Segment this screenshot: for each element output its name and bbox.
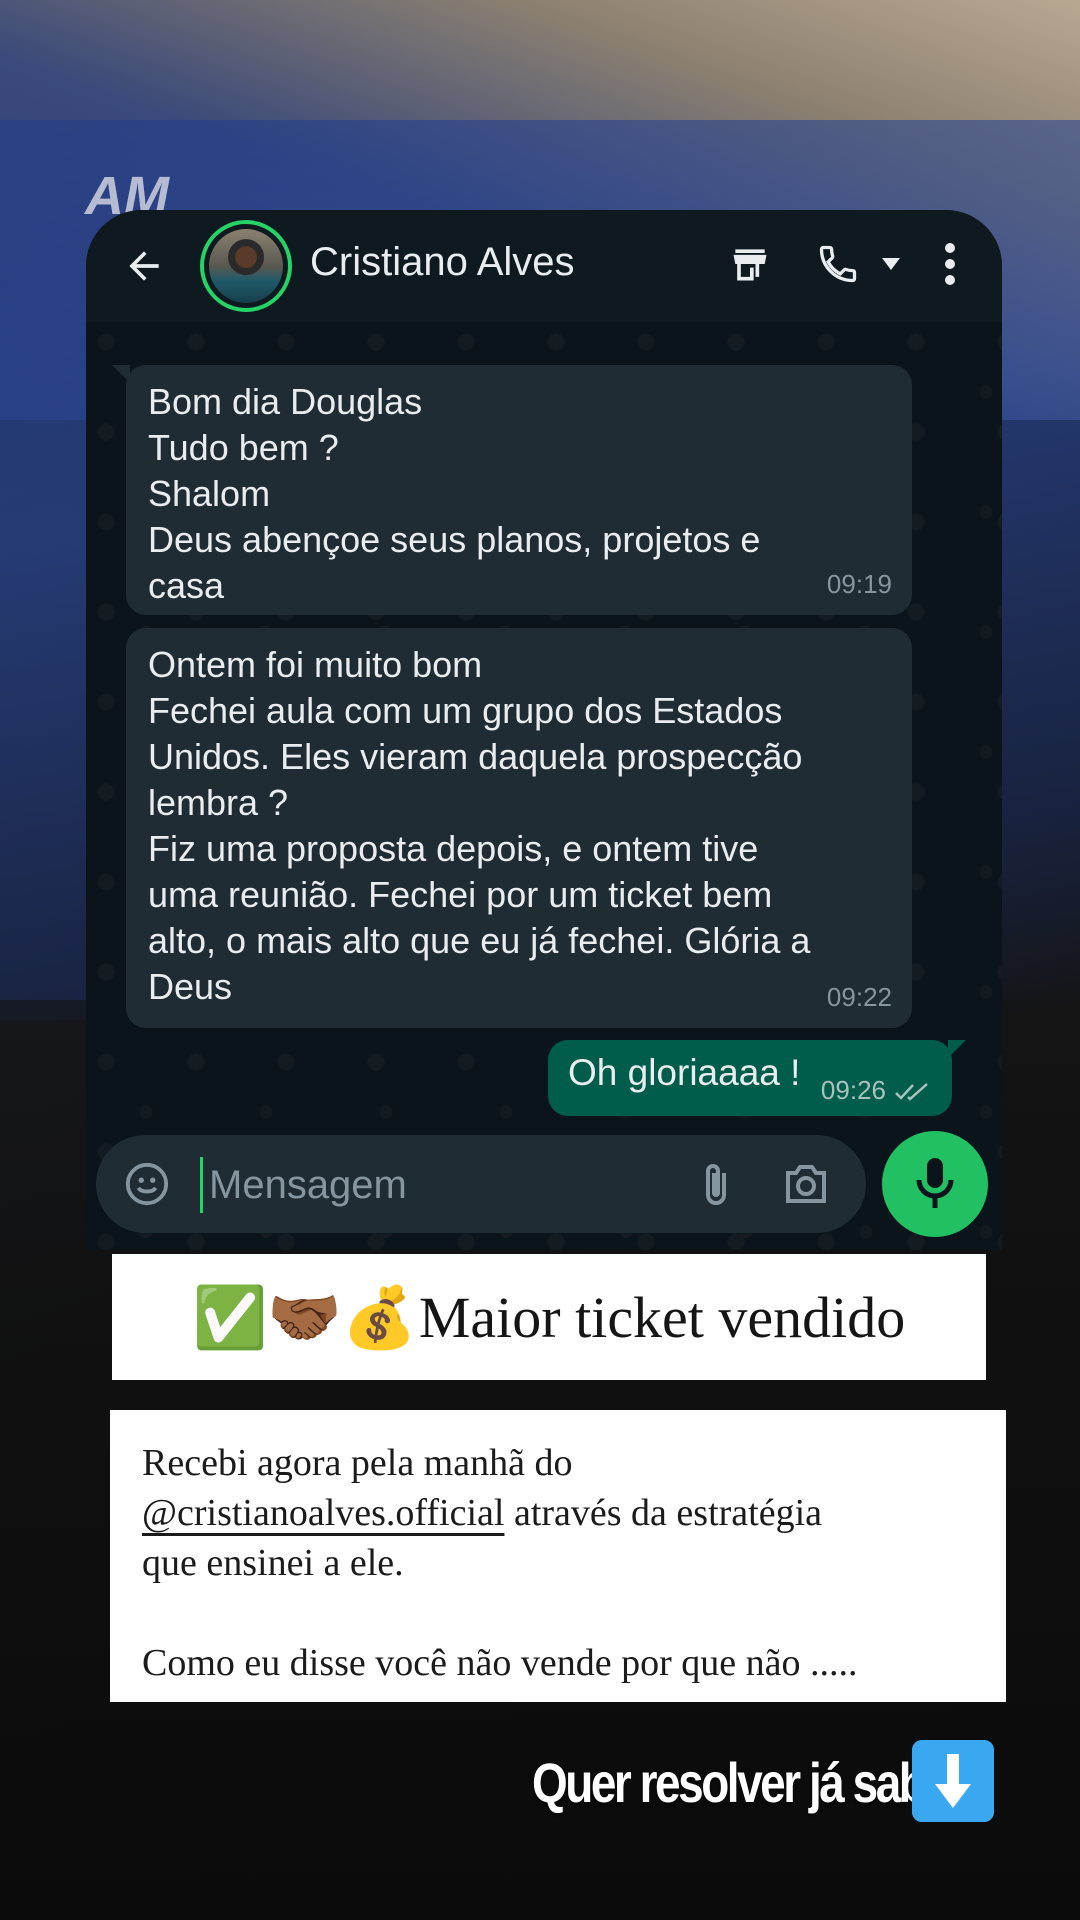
caption-line: que ensinei a ele. [142,1542,404,1584]
back-arrow-icon[interactable] [122,244,166,288]
message-text: Bom dia Douglas Tudo bem ? Shalom Deus a… [148,381,761,606]
message-bubble-outgoing[interactable]: Oh gloriaaaa ! 09:26 [548,1040,966,1116]
message-bubble-incoming[interactable]: Bom dia Douglas Tudo bem ? Shalom Deus a… [112,365,912,615]
call-to-action: Quer resolver já sabe [532,1740,1039,1824]
phone-icon[interactable] [816,242,860,286]
caption-line: Como eu disse você não vende por que não… [142,1642,858,1684]
caption-title-box: ✅🤝🏾💰 Maior ticket vendido [112,1254,986,1380]
mic-button[interactable] [882,1131,988,1237]
attach-icon[interactable] [696,1161,736,1209]
message-time: 09:22 [826,982,892,1012]
camera-icon[interactable] [782,1161,830,1205]
cta-text: Quer resolver já sabe [532,1750,950,1814]
sticker-icon[interactable] [124,1161,170,1207]
whatsapp-chat: Cristiano Alves Bom dia Douglas Tudo bem… [86,210,1002,1250]
contact-name[interactable]: Cristiano Alves [310,240,575,285]
message-text: Ontem foi muito bom Fechei aula com um g… [148,644,811,1007]
mention-link[interactable]: @cristianoalves.official [142,1492,504,1534]
message-bubble-incoming[interactable]: Ontem foi muito bom Fechei aula com um g… [126,628,912,1028]
caption-line: Recebi agora pela manhã do [142,1442,573,1484]
message-input[interactable] [200,1157,651,1213]
mic-icon [916,1158,954,1208]
caption-body-box: Recebi agora pela manhã do @cristianoalv… [110,1410,1006,1702]
message-text: Oh gloriaaaa ! [568,1052,801,1093]
chat-header: Cristiano Alves [86,210,1002,322]
message-time: 09:26 [820,1075,886,1105]
caption-emojis: ✅🤝🏾💰 [192,1283,417,1351]
message-composer [96,1135,866,1233]
more-options-icon[interactable] [944,240,956,288]
store-icon[interactable] [728,242,772,286]
message-time: 09:19 [826,569,892,599]
chevron-down-icon[interactable] [882,258,900,270]
avatar[interactable] [200,220,292,312]
caption-line: através da estratégia [504,1492,822,1534]
caption-title: Maior ticket vendido [418,1284,906,1350]
down-arrow-icon [912,1740,994,1822]
read-ticks-icon [895,1083,928,1101]
